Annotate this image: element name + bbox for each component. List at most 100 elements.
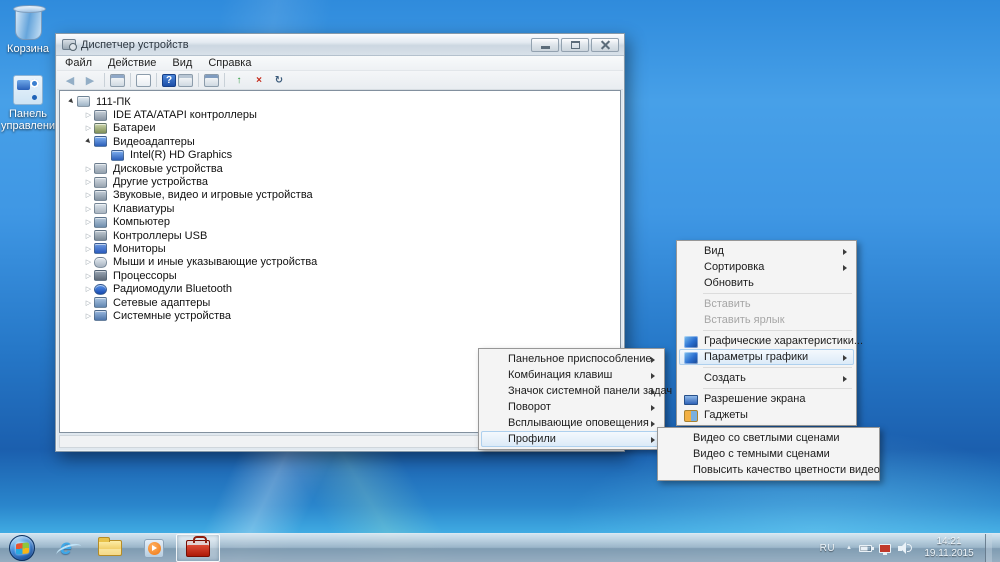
display-tray-icon[interactable]: [879, 544, 891, 553]
menu-item[interactable]: Гаджеты: [679, 407, 854, 423]
wmp-icon: [144, 539, 164, 558]
tree-item[interactable]: Intel(R) HD Graphics: [60, 149, 620, 162]
expander-icon[interactable]: ▷: [83, 232, 94, 240]
start-button[interactable]: [0, 534, 44, 562]
cpu-icon: [94, 270, 107, 281]
expander-icon[interactable]: ▷: [83, 272, 94, 280]
close-button[interactable]: [591, 38, 619, 52]
menu-item[interactable]: Поворот: [481, 399, 662, 415]
tree-item[interactable]: ▷Процессоры: [60, 269, 620, 282]
menubar-item[interactable]: Действие: [100, 56, 164, 70]
speaker-cone: [900, 542, 906, 554]
minimize-icon: [541, 46, 550, 49]
device-manager-task-button[interactable]: [176, 534, 220, 562]
menu-item[interactable]: Создать: [679, 370, 854, 386]
menu-item-label: Графические характеристики...: [704, 334, 835, 349]
menu-item: Вставить: [679, 296, 854, 312]
desktop-icon-control-panel[interactable]: Панель управлени...: [1, 75, 55, 132]
forward-button[interactable]: ▶: [81, 72, 99, 88]
tree-item-label: Сетевые адаптеры: [112, 297, 210, 309]
menu-item[interactable]: Разрешение экрана: [679, 391, 854, 407]
tree-item[interactable]: ▷Батареи: [60, 122, 620, 135]
update-driver-button[interactable]: ↑: [230, 72, 248, 88]
menu-item-label: Параметры графики: [704, 350, 835, 365]
tree-item[interactable]: ▷ Сетевые адаптеры: [60, 296, 620, 309]
tree-item[interactable]: ▷Клавиатуры: [60, 202, 620, 215]
console-window-button[interactable]: [110, 74, 125, 87]
expander-icon[interactable]: ▶: [65, 95, 78, 108]
menubar-item[interactable]: Вид: [164, 56, 200, 70]
clock[interactable]: 14:21 19.11.2015: [920, 536, 978, 560]
expander-icon[interactable]: ▷: [83, 245, 94, 253]
media-player-button[interactable]: [132, 534, 176, 562]
tree-item[interactable]: ▶111-ПК: [60, 95, 620, 108]
hidden-icons-button[interactable]: ▲: [846, 545, 852, 551]
desktop-icon-recycle-bin[interactable]: Корзина: [1, 7, 55, 55]
menubar-item[interactable]: Справка: [200, 56, 259, 70]
screen-icon: [684, 395, 698, 405]
menu-item[interactable]: Сортировка: [679, 259, 854, 275]
tree-item[interactable]: ▷Дисковые устройства: [60, 162, 620, 175]
menu-item[interactable]: Обновить: [679, 275, 854, 291]
expander-icon[interactable]: ▶: [82, 135, 95, 148]
windows-explorer-button[interactable]: [88, 534, 132, 562]
menu-item[interactable]: Видео с темными сценами: [660, 446, 877, 462]
tree-item[interactable]: ▷Системные устройства: [60, 309, 620, 322]
expander-icon[interactable]: ▷: [83, 111, 94, 119]
tree-item[interactable]: ▷Мониторы: [60, 242, 620, 255]
menu-item[interactable]: Видео со светлыми сценами: [660, 430, 877, 446]
taskbar: e RU ▲ 14:21 19.11.2015: [0, 533, 1000, 562]
expander-icon[interactable]: ▷: [83, 191, 94, 199]
menu-item[interactable]: Параметры графики: [679, 349, 854, 365]
minimize-button[interactable]: [531, 38, 559, 52]
help-button[interactable]: ?: [162, 74, 176, 87]
submenu-arrow-icon: [843, 376, 847, 382]
tree-item[interactable]: ▷Другие устройства: [60, 175, 620, 188]
expander-icon[interactable]: ▷: [83, 124, 94, 132]
expander-icon[interactable]: ▷: [83, 299, 94, 307]
submenu-arrow-icon: [651, 389, 655, 395]
expander-icon[interactable]: ▷: [83, 312, 94, 320]
menubar-item[interactable]: Файл: [57, 56, 100, 70]
menu-item[interactable]: Значок системной панели задач: [481, 383, 662, 399]
expander-icon[interactable]: ▷: [83, 218, 94, 226]
device-manager-icon: [62, 39, 76, 50]
tree-item[interactable]: ▷Мыши и иные указывающие устройства: [60, 256, 620, 269]
menu-item[interactable]: Панельное приспособление: [481, 351, 662, 367]
show-desktop-button[interactable]: [985, 534, 992, 562]
tree-item[interactable]: ▷Контроллеры USB: [60, 229, 620, 242]
desktop[interactable]: Корзина Панель управлени... Диспетчер ус…: [0, 0, 1000, 562]
tree-item[interactable]: ▷Радиомодули Bluetooth: [60, 282, 620, 295]
menu-item[interactable]: Графические характеристики...: [679, 333, 854, 349]
display-adapter-icon: [94, 136, 107, 147]
tree-item-label: Intel(R) HD Graphics: [129, 149, 232, 161]
menu-item[interactable]: Комбинация клавиш: [481, 367, 662, 383]
back-button[interactable]: ◀: [61, 72, 79, 88]
tree-item[interactable]: ▷Компьютер: [60, 216, 620, 229]
tree-item[interactable]: ▷IDE ATA/ATAPI контроллеры: [60, 108, 620, 121]
scan-hardware-button[interactable]: ↻: [270, 72, 288, 88]
expander-icon[interactable]: ▷: [83, 205, 94, 213]
export-list-button[interactable]: [136, 74, 151, 87]
expander-icon[interactable]: ▷: [83, 178, 94, 186]
menu-item[interactable]: Повысить качество цветности видео: [660, 462, 877, 478]
monitor-icon: [94, 243, 107, 254]
internet-explorer-button[interactable]: e: [44, 534, 88, 562]
window-controls: [531, 38, 619, 52]
tree-item[interactable]: ▷Звуковые, видео и игровые устройства: [60, 189, 620, 202]
computer-manage-button[interactable]: [204, 74, 219, 87]
title-bar[interactable]: Диспетчер устройств: [56, 34, 624, 56]
battery-icon[interactable]: [859, 545, 872, 552]
menu-item[interactable]: Вид: [679, 243, 854, 259]
expander-icon[interactable]: ▷: [83, 258, 94, 266]
maximize-button[interactable]: [561, 38, 589, 52]
properties-button[interactable]: [178, 74, 193, 87]
language-indicator[interactable]: RU: [820, 543, 839, 554]
menu-item[interactable]: Профили: [481, 431, 662, 447]
volume-icon[interactable]: [898, 542, 913, 554]
expander-icon[interactable]: ▷: [83, 285, 94, 293]
expander-icon[interactable]: ▷: [83, 165, 94, 173]
tree-item[interactable]: ▶Видеоадаптеры: [60, 135, 620, 148]
menu-item[interactable]: Всплывающие оповещения: [481, 415, 662, 431]
uninstall-device-button[interactable]: ×: [250, 72, 268, 88]
